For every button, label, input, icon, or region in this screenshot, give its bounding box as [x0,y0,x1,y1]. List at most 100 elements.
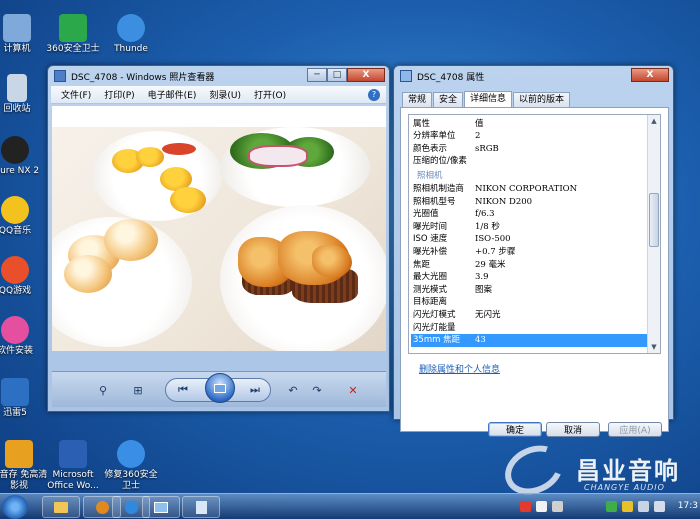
next-icon[interactable]: ⏭ [244,380,266,400]
window-title: DSC_4708 - Windows 照片查看器 [71,72,215,83]
photo-viewer-icon [154,501,168,513]
property-value: NIKON D200 [475,196,533,207]
list-item[interactable]: 照相机制造商 NIKON CORPORATION [411,183,647,195]
list-item[interactable]: 闪光灯模式 无闪光 [411,309,647,321]
properties-titlebar[interactable]: DSC_4708 属性 X [394,66,673,86]
menu-open[interactable]: 打开(O) [254,88,286,101]
actual-size-icon[interactable]: ⊞ [128,380,148,400]
zoom-icon[interactable]: ⚲ [92,380,114,400]
scrollbar[interactable]: ▲ ▼ [647,115,660,353]
tab-previous-versions[interactable]: 以前的版本 [513,92,571,107]
list-item[interactable]: ISO 速度 ISO-500 [411,233,647,245]
property-name: 测光模式 [413,284,448,295]
delete-icon[interactable]: ✕ [344,380,362,400]
list-item[interactable]: 光圈值 f/6.3 [411,208,647,220]
menu-email[interactable]: 电子邮件(E) [148,88,197,101]
list-item[interactable]: 曝光时间 1/8 秒 [411,221,647,233]
tab-details[interactable]: 详细信息 [464,91,513,107]
list-item[interactable]: 照相机型号 NIKON D200 [411,196,647,208]
list-item[interactable]: 35mm 焦距 43 [411,334,647,347]
tray-icon[interactable] [536,501,547,512]
minimize-button[interactable]: ─ [307,68,327,82]
desktop-icon-label: 360安全卫士 [46,44,100,54]
desktop-icon-360[interactable]: 360安全卫士 [42,14,104,55]
desktop-icon-label: Microsoft Office Wo... [47,470,99,491]
tray-icon[interactable] [622,501,633,512]
list-item[interactable]: 最大光圈 3.9 [411,271,647,283]
menu-bar: 文件(F) 打印(P) 电子邮件(E) 刻录(U) 打开(O) ? [51,86,386,104]
desktop-icon-xunlei[interactable]: 迅雷5 [0,378,46,419]
start-button[interactable] [2,495,28,519]
ok-button[interactable]: 确定 [488,422,542,437]
previous-icon[interactable]: ⏮ [172,380,194,400]
list-item[interactable]: 颜色表示 sRGB [411,143,647,155]
property-value [475,296,647,308]
bun [104,219,158,261]
property-value: NIKON CORPORATION [475,184,578,194]
desktop-icon-ie-repair[interactable]: 修复360安全卫士 [100,440,162,492]
column-header-property[interactable]: 属性 [411,118,475,130]
desktop-icon-label: 修复360安全卫士 [104,470,158,491]
menu-burn[interactable]: 刻录(U) [209,88,241,101]
tab-general[interactable]: 常规 [402,92,433,107]
property-value: sRGB [475,143,499,154]
apply-button[interactable]: 应用(A) [608,422,662,437]
ie-icon [124,500,138,514]
desktop-icon-computer[interactable]: 计算机 [0,14,48,55]
list-item[interactable]: 压缩的位/像素 [411,155,647,167]
desktop-icon-word[interactable]: Microsoft Office Wo... [42,440,104,492]
taskbar-explorer[interactable] [42,496,80,518]
tray-icon[interactable] [606,501,617,512]
list-item[interactable]: 目标距离 [411,296,647,308]
desktop-icon-software[interactable]: 软件安装 [0,316,46,357]
scroll-down-icon[interactable]: ▼ [648,341,660,353]
list-item[interactable]: 闪光灯能量 [411,322,647,334]
word-icon [59,440,87,468]
recycle-bin-icon [7,74,27,102]
desktop-icon-label: 计算机 [3,44,31,54]
photo-viewer-titlebar[interactable]: DSC_4708 - Windows 照片查看器 ─ □ X [48,66,389,86]
tray-icon[interactable] [520,501,531,512]
maximize-button[interactable]: □ [327,68,347,82]
property-name: 闪光灯能量 [413,322,456,333]
property-name: 最大光圈 [413,272,448,283]
tab-security[interactable]: 安全 [433,92,464,107]
help-icon[interactable]: ? [368,88,380,101]
slideshow-icon [214,383,226,393]
desktop-icon-recycle-bin[interactable]: 回收站 [0,74,48,115]
menu-file[interactable]: 文件(F) [61,88,91,101]
desktop-icon-capture-nx[interactable]: pture NX 2 [0,136,46,177]
list-item[interactable]: 曝光补偿 +0.7 步骤 [411,246,647,258]
close-button[interactable]: X [631,68,669,82]
volume-icon[interactable] [654,501,665,512]
list-header: 属性 值 [411,118,647,130]
desktop-icon-thunder[interactable]: Thunde [100,14,162,55]
tab-strip: 常规 安全 详细信息 以前的版本 [402,91,571,108]
desktop-icon-qq-game[interactable]: QQ游戏 [0,256,46,297]
network-icon[interactable] [638,501,649,512]
media-player-icon [95,500,109,514]
taskbar-properties[interactable] [182,496,220,518]
list-item[interactable]: 焦距 29 毫米 [411,259,647,271]
properties-list[interactable]: 属性 值 分辨率单位 2 颜色表示 sRGB 压缩的位/像素 照相机 照相机制造… [408,114,661,354]
rotate-cw-icon[interactable]: ↷ [308,380,326,400]
thunder-icon [117,14,145,42]
tray-icon[interactable] [552,501,563,512]
menu-print[interactable]: 打印(P) [104,88,134,101]
cancel-button[interactable]: 取消 [546,422,600,437]
dialog-title: DSC_4708 属性 [417,72,485,83]
clock[interactable]: 17:3 [678,501,698,511]
remove-properties-link[interactable]: 删除属性和个人信息 [419,362,500,375]
scroll-up-icon[interactable]: ▲ [648,115,660,127]
list-item[interactable]: 分辨率单位 2 [411,130,647,142]
rotate-ccw-icon[interactable]: ↶ [284,380,302,400]
property-value: 无闪光 [475,310,501,320]
desktop-icon-qq-music[interactable]: QQ音乐 [0,196,46,237]
scroll-thumb[interactable] [649,193,659,247]
close-button[interactable]: X [347,68,385,82]
taskbar-photo-viewer[interactable] [142,496,180,518]
watermark-logo: 昌业音响 CHANGYE AUDIO [497,436,700,504]
list-item[interactable]: 测光模式 图案 [411,284,647,296]
column-header-value[interactable]: 值 [475,118,647,130]
slideshow-button[interactable] [205,373,235,403]
